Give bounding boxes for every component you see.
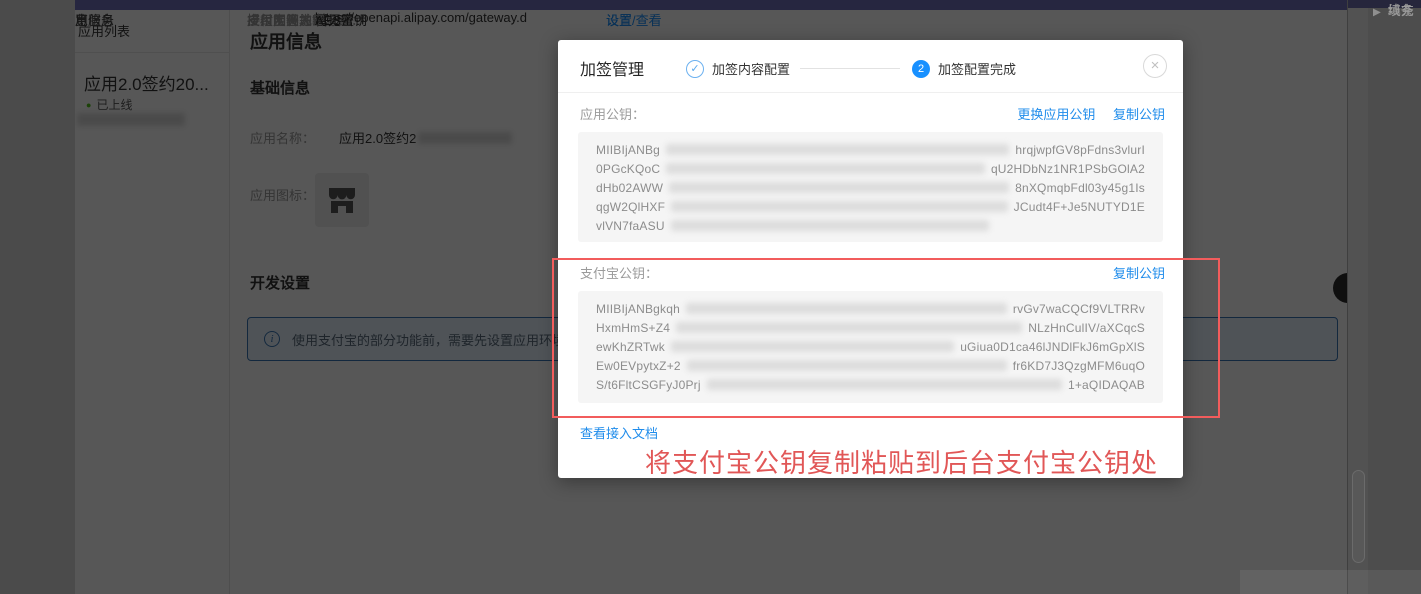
annotation-note-text: 将支付宝公钥复制粘贴到后台支付宝公钥处	[645, 449, 1159, 479]
panel-item-label: 线条	[1387, 3, 1414, 18]
step2-number-badge: 2	[912, 59, 931, 78]
key-text: vlVN7faASU	[596, 218, 665, 233]
step2-label: 加签配置完成	[938, 62, 1017, 77]
app-public-key-box[interactable]: MIIBIjANBg hrqjwpfGV8pFdns3vlurI 0PGcKQoC…	[578, 132, 1163, 242]
close-icon[interactable]: ×	[1143, 54, 1167, 78]
app-public-key-row: 应用公钥： 更换应用公钥 复制公钥	[580, 104, 1165, 122]
sign-management-dialog: 加签管理 ✓ 加签内容配置 2 加签配置完成 × 应用公钥： 更换应用公钥 复制…	[558, 40, 1183, 478]
key-text: NLzHnCulIV/aXCqcS	[1028, 320, 1145, 335]
step1-label: 加签内容配置	[712, 62, 791, 77]
editor-bottom-bar	[1240, 570, 1421, 594]
alipay-public-key-box[interactable]: MIIBIjANBgkqh rvGv7waCQCf9VLTRRv HxmHmS+Z…	[578, 291, 1163, 403]
key-text: MIIBIjANBgkqh	[596, 301, 680, 316]
key-text: qgW2QlHXF	[596, 199, 666, 214]
key-text: hrqjwpfGV8pFdns3vlurI	[1015, 142, 1145, 157]
key-text: MIIBIjANBg	[596, 142, 661, 157]
key-text: JCudt4F+Je5NUTYD1E	[1013, 199, 1145, 214]
step-connector	[800, 68, 901, 69]
key-text: rvGv7waCQCf9VLTRRv	[1012, 301, 1145, 316]
site-header-bar	[75, 0, 1347, 10]
key-text: HxmHmS+Z4	[596, 320, 671, 335]
redacted-key-segment	[685, 303, 1007, 314]
alipay-public-key-row: 支付宝公钥： 复制公钥	[580, 263, 1165, 281]
copy-app-key-link[interactable]: 复制公钥	[1113, 107, 1165, 122]
redacted-key-segment	[676, 322, 1023, 333]
redacted-key-segment	[670, 220, 990, 231]
redacted-key-segment	[671, 201, 1008, 212]
key-text: 8nXQmqbFdl03y45g1Is	[1015, 180, 1145, 195]
key-text: 1+aQIDAQAB	[1067, 377, 1145, 392]
key-text: dHb02AWW	[596, 180, 664, 195]
scrollbar-thumb[interactable]	[1352, 470, 1365, 563]
alipay-public-key-label: 支付宝公钥：	[580, 266, 659, 281]
key-text: fr6KD7J3QzgMFM6uqO	[1012, 358, 1145, 373]
redacted-key-segment	[666, 163, 985, 174]
step1-check-icon: ✓	[686, 59, 704, 78]
triangle-icon: ▶	[1373, 7, 1381, 18]
copy-alipay-key-link[interactable]: 复制公钥	[1113, 266, 1165, 281]
key-text: S/t6FltCSGFyJ0Prj	[596, 377, 701, 392]
app-public-key-label: 应用公钥：	[580, 107, 646, 122]
redacted-key-segment	[706, 379, 1062, 390]
dialog-header: 加签管理 ✓ 加签内容配置 2 加签配置完成 ×	[558, 40, 1183, 93]
step-indicator: ✓ 加签内容配置 2 加签配置完成	[686, 59, 1026, 78]
panel-item-line[interactable]: ▶ 线条	[1373, 0, 1414, 19]
redacted-key-segment	[686, 360, 1007, 371]
key-text: qU2HDbNz1NR1PSbGOlA2	[990, 161, 1145, 176]
key-text: ewKhZRTwk	[596, 339, 665, 354]
annotation-tool-panel: ▶ 填充 ▶ 线条	[1347, 0, 1421, 594]
key-text: uGiua0D1ca46lJNDlFkJ6mGpXlS	[960, 339, 1145, 354]
key-text: Ew0EVpytxZ+2	[596, 358, 681, 373]
editor-scrollbar[interactable]	[1348, 8, 1368, 594]
redacted-key-segment	[670, 341, 955, 352]
redacted-key-segment	[669, 182, 1010, 193]
dialog-title: 加签管理	[580, 62, 645, 79]
replace-app-key-link[interactable]: 更换应用公钥	[1017, 107, 1095, 122]
key-text: 0PGcKQoC	[596, 161, 661, 176]
redacted-key-segment	[666, 144, 1010, 155]
view-docs-link[interactable]: 查看接入文档	[580, 423, 658, 442]
